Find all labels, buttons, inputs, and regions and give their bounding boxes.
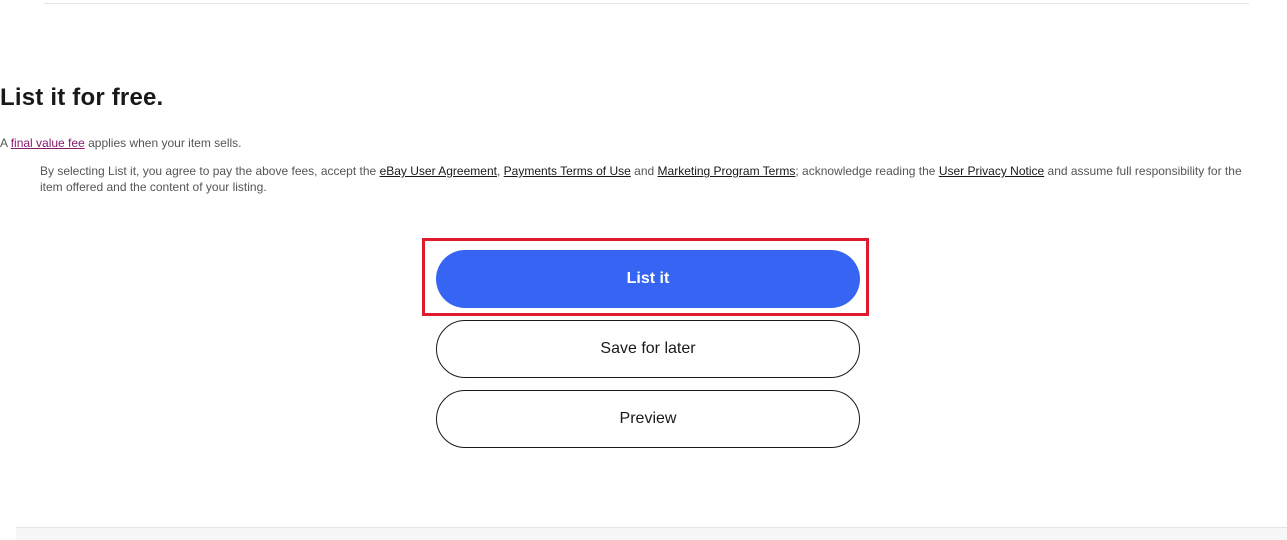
save-for-later-button[interactable]: Save for later: [436, 320, 860, 378]
legal-separator: ,: [496, 164, 501, 178]
fee-note: A final value fee applies when your item…: [0, 136, 1287, 150]
list-it-button[interactable]: List it: [436, 250, 860, 308]
marketing-program-terms-link[interactable]: Marketing Program Terms: [658, 164, 796, 178]
preview-button[interactable]: Preview: [436, 390, 860, 448]
user-agreement-link[interactable]: eBay User Agreement: [380, 164, 497, 178]
listing-submit-page: List it for free. A final value fee appl…: [0, 0, 1287, 540]
fee-note-prefix: A: [0, 136, 8, 150]
user-privacy-notice-link[interactable]: User Privacy Notice: [939, 164, 1044, 178]
fee-note-suffix: applies when your item sells.: [88, 136, 242, 150]
footer-divider: [16, 527, 1287, 540]
legal-text-1: By selecting List it, you agree to pay t…: [40, 164, 377, 178]
legal-notice: By selecting List it, you agree to pay t…: [40, 163, 1250, 195]
page-title: List it for free.: [0, 84, 164, 111]
final-value-fee-link[interactable]: final value fee: [11, 136, 85, 150]
legal-text-3: ; acknowledge reading the: [795, 164, 936, 178]
legal-text-2: and: [634, 164, 655, 178]
payments-terms-link[interactable]: Payments Terms of Use: [504, 164, 631, 178]
top-divider: [44, 3, 1249, 4]
